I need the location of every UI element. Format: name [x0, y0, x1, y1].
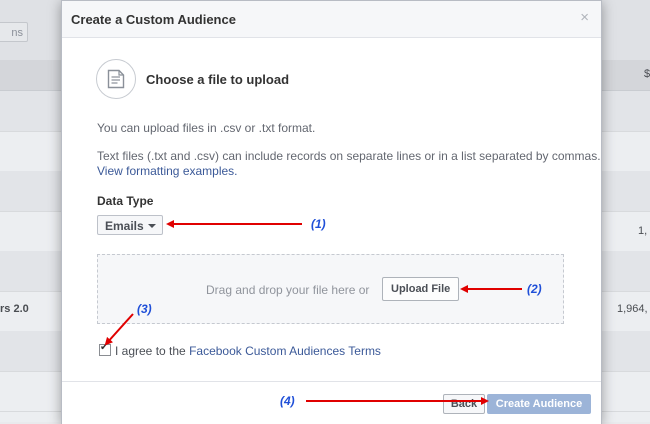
upload-file-button[interactable]: Upload File	[382, 277, 460, 301]
dropzone-text: Drag and drop your file here or	[206, 283, 370, 297]
close-icon[interactable]: ×	[580, 10, 589, 25]
formatting-examples-link[interactable]: View formatting examples.	[97, 164, 238, 178]
file-dropzone[interactable]: Drag and drop your file here or Upload F…	[97, 254, 564, 324]
background-header-text: $	[644, 68, 650, 80]
upload-file-icon	[96, 59, 136, 99]
annotation-label-1: (1)	[311, 217, 326, 231]
dialog-footer: Back Create Audience	[62, 381, 601, 424]
dialog-header: Create a Custom Audience ×	[62, 1, 601, 38]
terms-checkbox[interactable]	[99, 342, 111, 356]
format-help-text: You can upload files in .csv or .txt for…	[97, 121, 316, 135]
background-row-name: rs 2.0	[0, 303, 29, 315]
annotation-label-4: (4)	[280, 394, 295, 408]
custom-audience-dialog: Create a Custom Audience × Choose a file…	[61, 0, 602, 424]
dialog-title: Create a Custom Audience	[71, 12, 236, 27]
background-button: ns	[0, 22, 28, 42]
background-cell-value: 1,	[638, 225, 648, 237]
back-button[interactable]: Back	[443, 394, 485, 414]
create-audience-button[interactable]: Create Audience	[487, 394, 591, 414]
agree-text: I agree to the	[115, 344, 186, 358]
terms-agreement: I agree to the Facebook Custom Audiences…	[99, 342, 381, 358]
data-type-dropdown[interactable]: Emails	[97, 215, 163, 235]
annotation-label-3: (3)	[137, 302, 152, 316]
records-help-text: Text files (.txt and .csv) can include r…	[97, 149, 601, 163]
annotation-label-2: (2)	[527, 282, 542, 296]
terms-link[interactable]: Facebook Custom Audiences Terms	[189, 344, 381, 358]
background-cell-value: 1,964,	[617, 303, 648, 315]
section-title: Choose a file to upload	[146, 72, 290, 87]
chevron-down-icon	[147, 224, 156, 228]
data-type-label: Data Type	[97, 194, 154, 208]
data-type-value: Emails	[105, 219, 144, 233]
